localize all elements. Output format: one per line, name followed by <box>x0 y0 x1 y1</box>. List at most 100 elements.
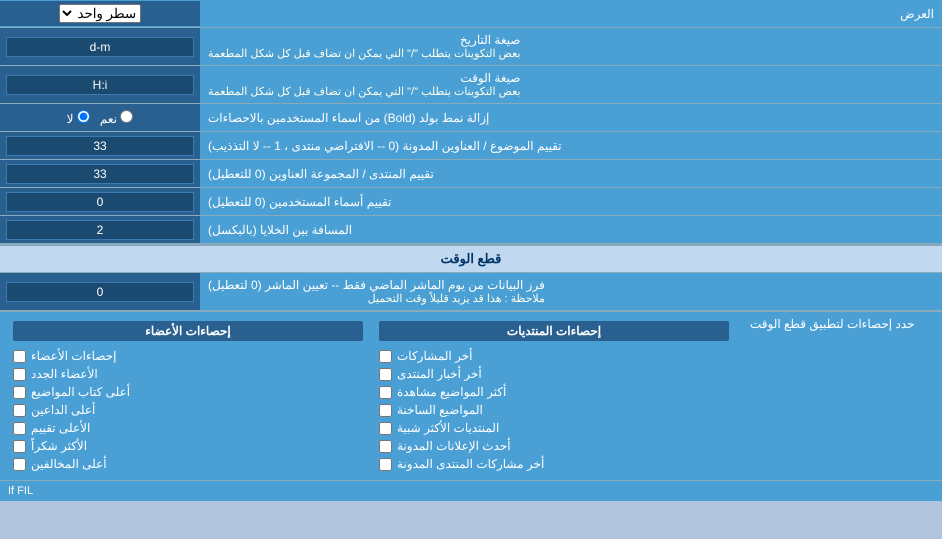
checkbox-top-writers-input[interactable] <box>13 386 26 399</box>
checkbox-top-writers-label: أعلى كتاب المواضيع <box>31 385 130 399</box>
date-format-main-label: صيغة التاريخ <box>208 33 520 47</box>
bold-radio-group: نعم لا <box>67 110 134 126</box>
checkbox-last-posts-input[interactable] <box>379 350 392 363</box>
topic-order-label: تقييم الموضوع / العناوين المدونة (0 -- ا… <box>200 132 942 159</box>
bold-no-radio[interactable] <box>77 110 90 123</box>
checkbox-members-stats: إحصاءات الأعضاء <box>13 349 363 363</box>
header-select-container: سطر واحد سطرين ثلاثة أسطر <box>0 1 200 26</box>
checkbox-most-thanked-label: الأكثر شكراً <box>31 439 87 453</box>
cutoff-days-label: فرز البيانات من يوم الماشر الماضي فقط --… <box>200 273 942 310</box>
topic-order-input-container <box>0 132 200 159</box>
time-format-sublabel: بعض التكوينات يتطلب "/" التي يمكن ان تضا… <box>208 85 520 98</box>
checkbox-top-violators-input[interactable] <box>13 458 26 471</box>
cutoff-days-note: ملاحظة : هذا قد يزيد قليلاً وقت التحميل <box>208 292 545 305</box>
forum-order-label: تقييم المنتدى / المجموعة العناوين (0 للت… <box>200 160 942 187</box>
topic-order-row: تقييم الموضوع / العناوين المدونة (0 -- ا… <box>0 132 942 160</box>
checkbox-top-rated-input[interactable] <box>13 422 26 435</box>
members-stats-col: إحصاءات الأعضاء إحصاءات الأعضاء الأعضاء … <box>5 317 371 475</box>
checkbox-forum-news-label: أخر أخبار المنتدى <box>397 367 482 381</box>
checkbox-most-viewed-label: أكثر المواضيع مشاهدة <box>397 385 506 399</box>
user-names-label: تقييم أسماء المستخدمين (0 للتعطيل) <box>200 188 942 215</box>
topic-order-input[interactable] <box>6 136 194 156</box>
stats-section: حدد إحصاءات لتطبيق قطع الوقت إحصاءات الم… <box>0 311 942 480</box>
bold-remove-row: إزالة نمط بولد (Bold) من اسماء المستخدمي… <box>0 104 942 132</box>
checkbox-most-thanked: الأكثر شكراً <box>13 439 363 453</box>
user-names-input[interactable] <box>6 192 194 212</box>
checkbox-new-members-input[interactable] <box>13 368 26 381</box>
checkbox-most-viewed-input[interactable] <box>379 386 392 399</box>
header-row: العرض سطر واحد سطرين ثلاثة أسطر <box>0 0 942 28</box>
checkbox-hot-topics-label: المواضيع الساخنة <box>397 403 483 417</box>
checkbox-similar-forums-label: المنتديات الأكثر شبية <box>397 421 499 435</box>
checkbox-members-stats-label: إحصاءات الأعضاء <box>31 349 116 363</box>
checkbox-forum-news: أخر أخبار المنتدى <box>379 367 729 381</box>
bold-remove-radio-container: نعم لا <box>0 104 200 131</box>
time-format-row: صيغة الوقت بعض التكوينات يتطلب "/" التي … <box>0 66 942 104</box>
date-format-input[interactable] <box>6 37 194 57</box>
bold-yes-radio[interactable] <box>120 110 133 123</box>
checkbox-new-members-label: الأعضاء الجدد <box>31 367 98 381</box>
bold-yes-label: نعم <box>100 110 133 126</box>
checkbox-last-posts-label: أخر المشاركات <box>397 349 472 363</box>
time-format-input[interactable] <box>6 75 194 95</box>
checkbox-top-callers-label: أعلى الداعين <box>31 403 95 417</box>
members-stats-header: إحصاءات الأعضاء <box>13 321 363 341</box>
checkbox-last-forum-posts: أخر مشاركات المنتدى المدونة <box>379 457 729 471</box>
time-format-input-container <box>0 66 200 103</box>
checkbox-latest-announcements-label: أحدث الإعلانات المدونة <box>397 439 511 453</box>
user-names-input-container <box>0 188 200 215</box>
stats-checkboxes-container: إحصاءات المنتديات أخر المشاركات أخر أخبا… <box>0 312 742 480</box>
cell-spacing-input-container <box>0 216 200 243</box>
time-format-main-label: صيغة الوقت <box>208 71 520 85</box>
forum-order-row: تقييم المنتدى / المجموعة العناوين (0 للت… <box>0 160 942 188</box>
date-format-label: صيغة التاريخ بعض التكوينات يتطلب "/" الت… <box>200 28 942 65</box>
date-format-row: صيغة التاريخ بعض التكوينات يتطلب "/" الت… <box>0 28 942 66</box>
checkbox-top-violators-label: أعلى المخالفين <box>31 457 107 471</box>
checkbox-hot-topics-input[interactable] <box>379 404 392 417</box>
cell-spacing-row: المسافة بين الخلايا (بالبكسل) <box>0 216 942 244</box>
cell-spacing-label: المسافة بين الخلايا (بالبكسل) <box>200 216 942 243</box>
if-fil-text: If FIL <box>8 485 33 497</box>
posts-stats-col: إحصاءات المنتديات أخر المشاركات أخر أخبا… <box>371 317 737 475</box>
checkbox-new-members: الأعضاء الجدد <box>13 367 363 381</box>
stats-section-label: حدد إحصاءات لتطبيق قطع الوقت <box>742 312 942 480</box>
checkbox-similar-forums: المنتديات الأكثر شبية <box>379 421 729 435</box>
checkbox-last-forum-posts-input[interactable] <box>379 458 392 471</box>
posts-stats-header: إحصاءات المنتديات <box>379 321 729 341</box>
cutoff-days-main-label: فرز البيانات من يوم الماشر الماضي فقط --… <box>208 278 545 292</box>
checkbox-most-viewed: أكثر المواضيع مشاهدة <box>379 385 729 399</box>
checkbox-top-writers: أعلى كتاب المواضيع <box>13 385 363 399</box>
checkbox-top-rated: الأعلى تقييم <box>13 421 363 435</box>
footer-bar: If FIL <box>0 480 942 501</box>
display-select[interactable]: سطر واحد سطرين ثلاثة أسطر <box>59 4 141 23</box>
bold-yes-text: نعم <box>100 112 117 126</box>
checkbox-latest-announcements: أحدث الإعلانات المدونة <box>379 439 729 453</box>
cutoff-days-input-container <box>0 273 200 310</box>
checkbox-latest-announcements-input[interactable] <box>379 440 392 453</box>
bold-no-text: لا <box>67 112 74 126</box>
checkbox-last-forum-posts-label: أخر مشاركات المنتدى المدونة <box>397 457 544 471</box>
header-label: العرض <box>200 2 942 26</box>
checkbox-most-thanked-input[interactable] <box>13 440 26 453</box>
cutoff-section-header: قطع الوقت <box>0 244 942 273</box>
cutoff-days-input[interactable] <box>6 282 194 302</box>
date-format-input-container <box>0 28 200 65</box>
checkbox-similar-forums-input[interactable] <box>379 422 392 435</box>
main-container: العرض سطر واحد سطرين ثلاثة أسطر صيغة الت… <box>0 0 942 501</box>
checkbox-top-violators: أعلى المخالفين <box>13 457 363 471</box>
checkbox-top-callers: أعلى الداعين <box>13 403 363 417</box>
checkbox-forum-news-input[interactable] <box>379 368 392 381</box>
cell-spacing-input[interactable] <box>6 220 194 240</box>
date-format-sublabel: بعض التكوينات يتطلب "/" التي يمكن ان تضا… <box>208 47 520 60</box>
cutoff-days-row: فرز البيانات من يوم الماشر الماضي فقط --… <box>0 273 942 311</box>
forum-order-input[interactable] <box>6 164 194 184</box>
bold-remove-label: إزالة نمط بولد (Bold) من اسماء المستخدمي… <box>200 104 942 131</box>
forum-order-input-container <box>0 160 200 187</box>
checkbox-top-callers-input[interactable] <box>13 404 26 417</box>
time-format-label: صيغة الوقت بعض التكوينات يتطلب "/" التي … <box>200 66 942 103</box>
bold-no-label: لا <box>67 110 90 126</box>
checkbox-top-rated-label: الأعلى تقييم <box>31 421 90 435</box>
checkbox-hot-topics: المواضيع الساخنة <box>379 403 729 417</box>
checkbox-last-posts: أخر المشاركات <box>379 349 729 363</box>
checkbox-members-stats-input[interactable] <box>13 350 26 363</box>
